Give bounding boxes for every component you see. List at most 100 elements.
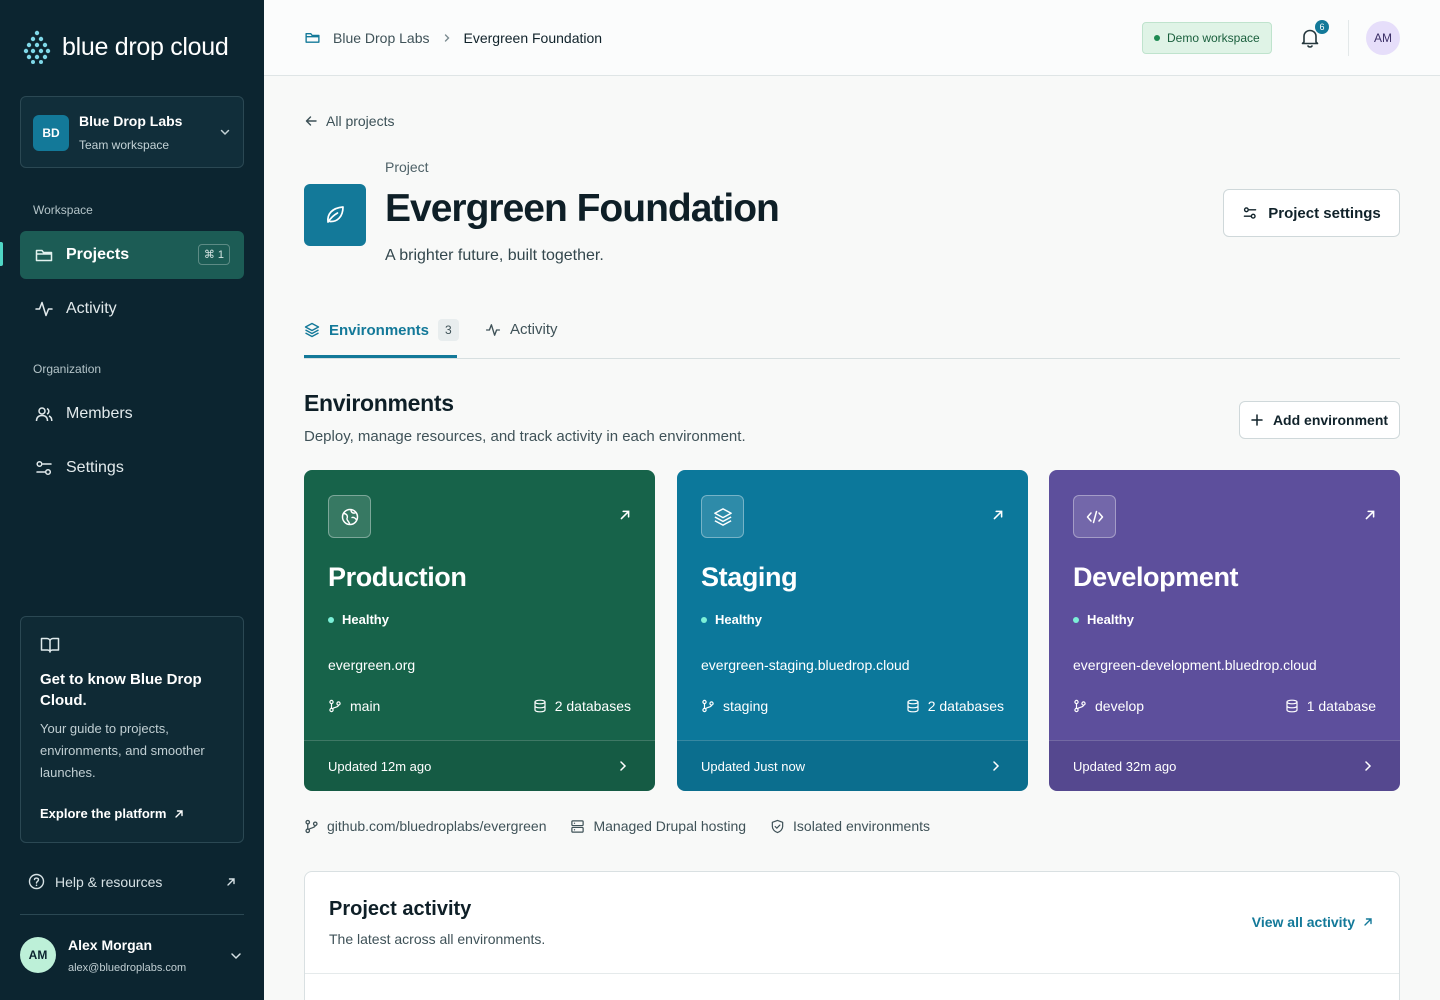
workspace-switcher[interactable]: BD Blue Drop Labs Team workspace: [20, 96, 244, 168]
sidebar-item-members[interactable]: Members: [20, 390, 244, 438]
leaf-icon: [327, 206, 344, 223]
tab-count-badge: 3: [438, 319, 459, 341]
env-branch: staging: [701, 698, 768, 714]
header-avatar[interactable]: AM: [1366, 21, 1400, 55]
env-card-footer[interactable]: Updated Just now: [677, 740, 1028, 791]
databases-label: 2 databases: [927, 698, 1004, 714]
tab-activity[interactable]: Activity: [485, 321, 558, 338]
chevron-right-icon: [620, 761, 627, 771]
env-icon-box: [1073, 495, 1116, 538]
branch-label: main: [350, 698, 381, 714]
help-label: Help & resources: [55, 873, 163, 890]
breadcrumb-workspace[interactable]: Blue Drop Labs: [333, 30, 430, 46]
all-projects-link[interactable]: All projects: [304, 113, 394, 129]
hosting-info: Managed Drupal hosting: [570, 818, 746, 834]
tab-environments[interactable]: Environments 3: [304, 319, 459, 341]
arrow-up-right-icon[interactable]: [619, 509, 631, 521]
env-branch: develop: [1073, 698, 1144, 714]
chevron-right-icon: [444, 33, 450, 42]
arrow-left-icon: [305, 116, 317, 126]
arrow-up-right-icon[interactable]: [1364, 509, 1376, 521]
brand-logo[interactable]: blue drop cloud: [22, 30, 229, 64]
env-domain[interactable]: evergreen-staging.bluedrop.cloud: [701, 657, 910, 673]
env-status-label: Healthy: [715, 612, 762, 627]
sidebar-item-projects[interactable]: Projects ⌘ 1: [20, 231, 244, 279]
user-avatar[interactable]: AM: [20, 937, 56, 973]
organization-section-label: Organization: [33, 362, 102, 376]
active-nav-indicator: [0, 242, 3, 266]
guide-body: Your guide to projects, environments, an…: [40, 721, 205, 780]
database-icon: [1286, 699, 1298, 713]
databases-label: 1 database: [1306, 698, 1376, 714]
header-divider: [1348, 20, 1349, 56]
shield-check-icon: [771, 819, 784, 833]
status-dot: [701, 616, 707, 623]
globe-icon: [341, 508, 358, 525]
user-name: Alex Morgan: [68, 937, 153, 953]
env-card-footer[interactable]: Updated 12m ago: [304, 740, 655, 791]
explore-platform-link[interactable]: Explore the platform: [40, 806, 184, 821]
activity-icon: [485, 323, 501, 336]
sidebar-item-activity[interactable]: Activity: [20, 285, 244, 333]
env-status: Healthy: [701, 612, 762, 627]
sidebar-divider: [20, 914, 244, 915]
env-card-development[interactable]: Development Healthy evergreen-developmen…: [1049, 470, 1400, 791]
workspace-avatar: BD: [33, 115, 69, 151]
workspace-section-label: Workspace: [33, 203, 93, 217]
git-branch-icon: [305, 819, 318, 833]
server-icon: [571, 819, 585, 833]
arrow-up-right-icon: [227, 877, 235, 886]
arrow-up-right-icon[interactable]: [992, 509, 1004, 521]
add-environment-button[interactable]: Add environment: [1239, 401, 1400, 439]
status-dot: [1154, 35, 1160, 41]
env-card-footer[interactable]: Updated 32m ago: [1049, 740, 1400, 791]
env-card-production[interactable]: Production Healthy evergreen.org main 2 …: [304, 470, 655, 791]
sidebar-item-label: Settings: [66, 459, 124, 476]
activity-divider: [305, 973, 1399, 974]
help-resources-link[interactable]: Help & resources: [28, 873, 236, 890]
help-circle-icon: [28, 873, 45, 890]
env-icon-box: [701, 495, 744, 538]
project-meta-row: github.com/bluedroplabs/evergreen Manage…: [304, 818, 930, 834]
sliders-icon: [1243, 207, 1257, 219]
project-kicker: Project: [385, 159, 429, 175]
notification-count-badge: 6: [1315, 20, 1329, 34]
back-link-label: All projects: [326, 113, 395, 129]
env-status: Healthy: [1073, 612, 1134, 627]
env-domain[interactable]: evergreen.org: [328, 657, 415, 673]
env-name: Production: [328, 562, 467, 592]
tab-label: Activity: [510, 321, 558, 338]
env-databases: 1 database: [1285, 698, 1376, 714]
env-domain[interactable]: evergreen-development.bluedrop.cloud: [1073, 657, 1317, 673]
folder-icon: [305, 32, 320, 43]
sidebar: blue drop cloud BD Blue Drop Labs Team w…: [0, 0, 264, 1000]
arrow-up-right-icon: [175, 809, 184, 818]
view-all-activity-link[interactable]: View all activity: [1252, 914, 1373, 930]
branch-label: develop: [1095, 698, 1145, 714]
breadcrumb-project: Evergreen Foundation: [463, 29, 603, 46]
env-databases: 2 databases: [533, 698, 631, 714]
database-icon: [907, 699, 919, 713]
sidebar-item-label: Activity: [66, 300, 117, 317]
sliders-icon: [36, 460, 52, 476]
layers-icon: [713, 507, 732, 526]
link-label: View all activity: [1251, 914, 1355, 930]
folder-icon: [35, 249, 53, 262]
project-settings-button[interactable]: Project settings: [1223, 189, 1400, 237]
git-branch-icon: [702, 699, 714, 713]
environments-subtitle: Deploy, manage resources, and track acti…: [304, 428, 746, 445]
repo-link[interactable]: github.com/bluedroplabs/evergreen: [304, 818, 546, 834]
top-bar: Blue Drop Labs Evergreen Foundation Demo…: [264, 0, 1440, 76]
hosting-label: Managed Drupal hosting: [593, 818, 747, 834]
workspace-type: Team workspace: [79, 138, 170, 152]
arrow-up-right-icon: [1364, 918, 1372, 926]
demo-badge-label: Demo workspace: [1167, 31, 1260, 45]
env-card-staging[interactable]: Staging Healthy evergreen-staging.bluedr…: [677, 470, 1028, 791]
plus-icon: [1251, 414, 1263, 426]
env-updated: Updated 12m ago: [328, 759, 432, 774]
book-open-icon: [40, 637, 60, 653]
chevron-down-icon[interactable]: [229, 949, 243, 963]
sidebar-item-settings[interactable]: Settings: [20, 444, 244, 492]
chevron-down-icon: [220, 129, 230, 136]
button-label: Project settings: [1268, 204, 1381, 222]
